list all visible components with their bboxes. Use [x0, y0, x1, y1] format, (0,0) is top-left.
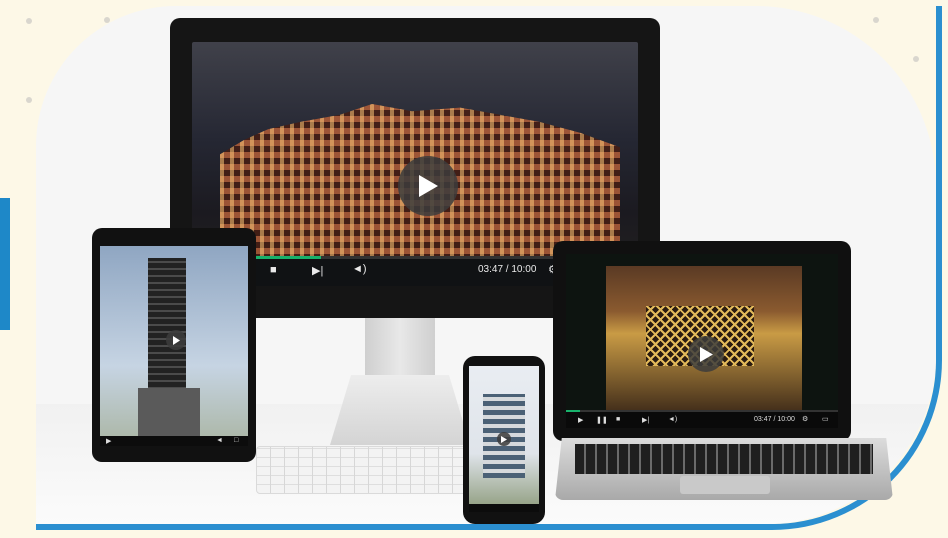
settings-icon[interactable]: ⚙ — [802, 415, 808, 423]
play-button[interactable] — [497, 432, 511, 446]
fullscreen-icon[interactable]: □ — [234, 437, 238, 444]
volume-icon[interactable]: ◄ — [216, 437, 223, 444]
time-display: 03:47 / 10:00 — [478, 264, 537, 275]
play-icon[interactable]: ▶ — [106, 437, 111, 445]
fullscreen-icon[interactable]: ▭ — [822, 415, 829, 423]
laptop-device: ▶ ❚❚ ■ ▶| ◄) 03:47 / 10:00 ⚙ ▭ — [553, 241, 851, 441]
monitor-stand-neck — [365, 318, 435, 378]
play-icon[interactable]: ▶ — [578, 416, 583, 424]
laptop-video-frame[interactable]: ▶ ❚❚ ■ ▶| ◄) 03:47 / 10:00 ⚙ ▭ — [566, 254, 838, 428]
play-button[interactable] — [166, 330, 186, 350]
tablet-device: ▶ ◄ □ — [92, 228, 256, 462]
play-icon — [419, 175, 438, 197]
laptop-touchpad — [680, 476, 770, 494]
keyboard — [256, 446, 470, 494]
phone-video-frame[interactable] — [469, 366, 539, 512]
next-icon[interactable]: ▶| — [312, 264, 323, 277]
volume-icon[interactable]: ◄) — [668, 416, 677, 423]
volume-icon[interactable]: ◄) — [352, 263, 367, 275]
time-display: 03:47 / 10:00 — [754, 416, 795, 423]
tablet-video-frame[interactable]: ▶ ◄ □ — [100, 246, 248, 446]
decor-dot — [26, 97, 32, 103]
laptop-player-controls: ▶ ❚❚ ■ ▶| ◄) 03:47 / 10:00 ⚙ ▭ — [566, 410, 838, 428]
stop-icon[interactable]: ■ — [616, 416, 620, 423]
phone-device — [463, 356, 545, 524]
progress-fill — [566, 410, 580, 412]
play-button[interactable] — [688, 336, 724, 372]
monitor-stand-base — [330, 375, 470, 445]
decor-dot — [26, 18, 32, 24]
laptop-keyboard — [575, 444, 873, 474]
pause-icon[interactable]: ❚❚ — [596, 416, 608, 424]
tower-podium — [138, 388, 200, 436]
accent-bar — [0, 198, 10, 330]
play-icon — [501, 435, 507, 443]
progress-bar[interactable] — [566, 410, 838, 412]
play-icon — [700, 346, 713, 362]
play-button[interactable] — [398, 156, 458, 216]
stop-icon[interactable]: ■ — [270, 264, 277, 276]
phone-player-controls — [469, 504, 539, 512]
play-icon — [173, 335, 180, 345]
tablet-player-controls: ▶ ◄ □ — [100, 436, 248, 446]
next-icon[interactable]: ▶| — [642, 416, 649, 424]
